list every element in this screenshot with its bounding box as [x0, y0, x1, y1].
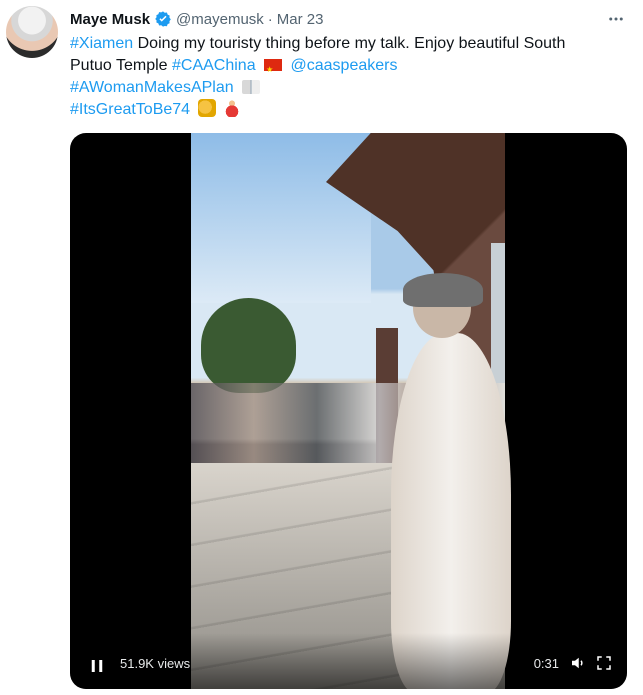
tweet-header: Maye Musk @mayemusk · Mar 23 [70, 9, 323, 29]
hashtag-xiamen[interactable]: #Xiamen [70, 35, 133, 52]
fullscreen-icon[interactable] [595, 654, 613, 672]
avatar[interactable] [6, 6, 58, 58]
mention-caaspeakers[interactable]: @caaspeakers [291, 57, 398, 74]
tweet-text-line2: Putuo Temple [70, 57, 168, 74]
video-player[interactable]: 51.9K views 0:31 [70, 133, 627, 689]
china-flag-icon [264, 59, 283, 81]
grey-hat [403, 273, 483, 307]
pause-icon[interactable] [88, 657, 106, 675]
bonsai-tree [201, 298, 296, 393]
open-book-icon [242, 80, 261, 94]
woman-dancing-icon [222, 99, 241, 117]
hashtag-caachina[interactable]: #CAAChina [172, 57, 256, 74]
flexed-biceps-icon [197, 99, 216, 117]
tweet-date[interactable]: Mar 23 [277, 11, 324, 28]
video-duration: 0:31 [533, 656, 559, 671]
video-frame[interactable] [191, 133, 511, 689]
hashtag-itsgreattobe74[interactable]: #ItsGreatToBe74 [70, 101, 190, 118]
sky-background [191, 133, 371, 303]
tweet-text-line1: Doing my touristy thing before my talk. … [137, 35, 566, 52]
view-count: 51.9K views [120, 656, 191, 671]
author-handle[interactable]: @mayemusk [176, 11, 264, 28]
tweet-text: #Xiamen Doing my touristy thing before m… [70, 33, 625, 121]
verified-badge-icon [155, 11, 171, 27]
video-controls: 51.9K views 0:31 [70, 633, 627, 689]
tweet-card[interactable]: Maye Musk @mayemusk · Mar 23 #Xiamen Doi… [0, 0, 643, 695]
more-horizontal-icon[interactable] [606, 9, 626, 29]
separator-dot: · [267, 10, 273, 28]
hashtag-awomanmakesaplan[interactable]: #AWomanMakesAPlan [70, 79, 234, 96]
volume-icon[interactable] [569, 654, 587, 672]
author-name[interactable]: Maye Musk [70, 11, 150, 28]
